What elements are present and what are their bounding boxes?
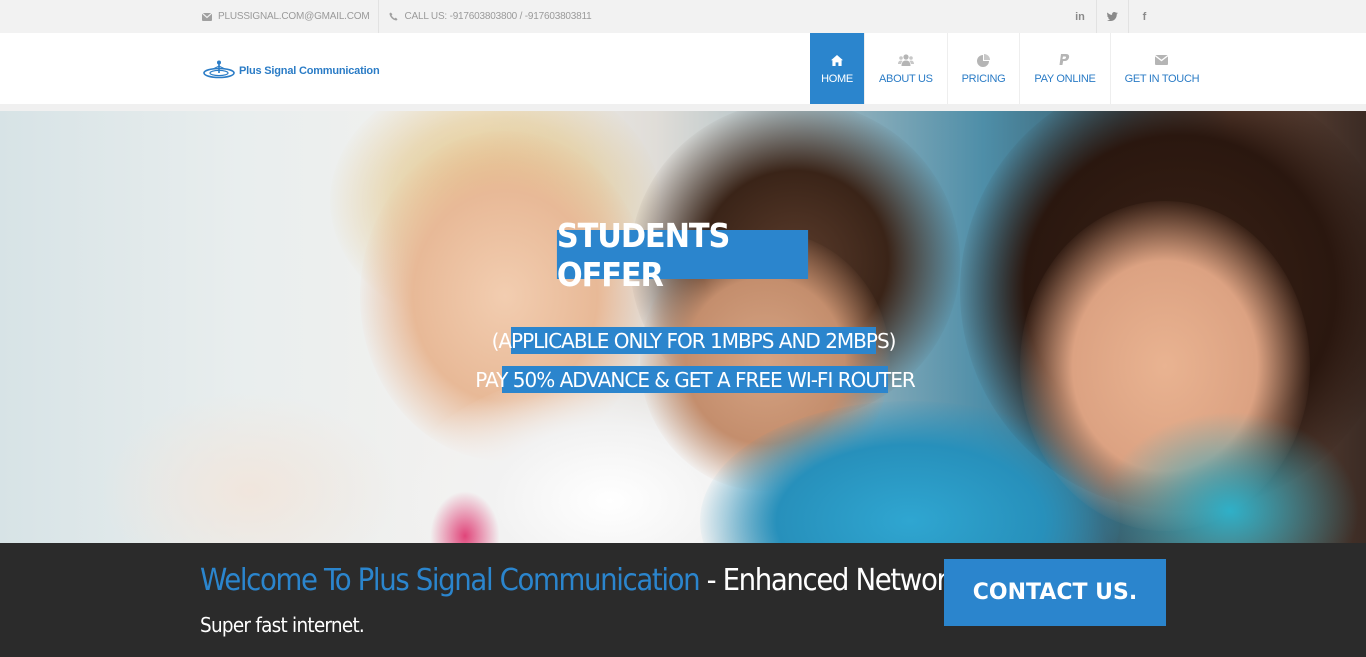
satellite-logo-icon [203,60,235,79]
envelope-icon [1155,52,1169,68]
offer-details: PAY 50% ADVANCE & GET A FREE WI-FI ROUTE… [475,366,916,393]
nav-about-label: ABOUT US [879,73,933,85]
twitter-icon[interactable] [1096,0,1128,33]
contact-info: PLUSSIGNAL.COM@GMAIL.COM CALL US: -91760… [200,0,592,33]
welcome-heading: Welcome To Plus Signal Communication - E… [200,563,970,598]
main-nav: HOME ABOUT US PRICING PAY ONLINE GET IN … [810,33,1213,104]
nav-pay-online[interactable]: PAY ONLINE [1019,33,1109,104]
pie-chart-icon [977,52,991,68]
nav-home-label: HOME [821,73,853,85]
contact-us-button[interactable]: CONTACT US. [944,559,1166,626]
nav-get-in-touch[interactable]: GET IN TOUCH [1109,33,1214,104]
phone-item[interactable]: CALL US: -917603803800 / -917603803811 [387,0,592,33]
top-contact-bar: PLUSSIGNAL.COM@GMAIL.COM CALL US: -91760… [0,0,1366,33]
nav-about-us[interactable]: ABOUT US [864,33,947,104]
social-links: in f [1064,0,1160,33]
welcome-brand: Welcome To Plus Signal Communication [200,563,701,598]
envelope-icon [200,12,214,21]
contact-phone: CALL US: -917603803800 / -917603803811 [404,11,592,22]
offer-title: STUDENTS OFFER [556,216,809,294]
nav-pay-label: PAY ONLINE [1034,73,1096,85]
linkedin-icon[interactable]: in [1064,0,1096,33]
home-icon [831,52,843,68]
nav-contact-label: GET IN TOUCH [1124,73,1200,85]
welcome-bar: Welcome To Plus Signal Communication - E… [0,543,1366,657]
nav-pricing[interactable]: PRICING [946,33,1020,104]
paypal-icon [1059,52,1070,68]
nav-pricing-label: PRICING [961,73,1006,85]
phone-icon [387,12,401,21]
facebook-icon[interactable]: f [1128,0,1160,33]
header-divider [0,104,1366,111]
contact-email: PLUSSIGNAL.COM@GMAIL.COM [218,11,370,22]
site-logo[interactable]: Plus Signal Communication [203,60,380,82]
nav-home[interactable]: HOME [810,33,864,104]
email-item[interactable]: PLUSSIGNAL.COM@GMAIL.COM [200,0,370,33]
welcome-subline: Super fast internet. [200,613,365,637]
offer-condition: (APPLICABLE ONLY FOR 1MBPS AND 2MBPS) [491,327,896,354]
hero-caption: STUDENTS OFFER (APPLICABLE ONLY FOR 1MBP… [0,111,1366,543]
logo-text: Plus Signal Communication [239,65,380,77]
welcome-tagline: - Enhanced Network. [699,563,970,598]
hero-banner: STUDENTS OFFER (APPLICABLE ONLY FOR 1MBP… [0,111,1366,543]
site-header: Plus Signal Communication HOME ABOUT US … [0,33,1366,104]
users-icon [897,52,914,68]
divider [377,0,379,33]
